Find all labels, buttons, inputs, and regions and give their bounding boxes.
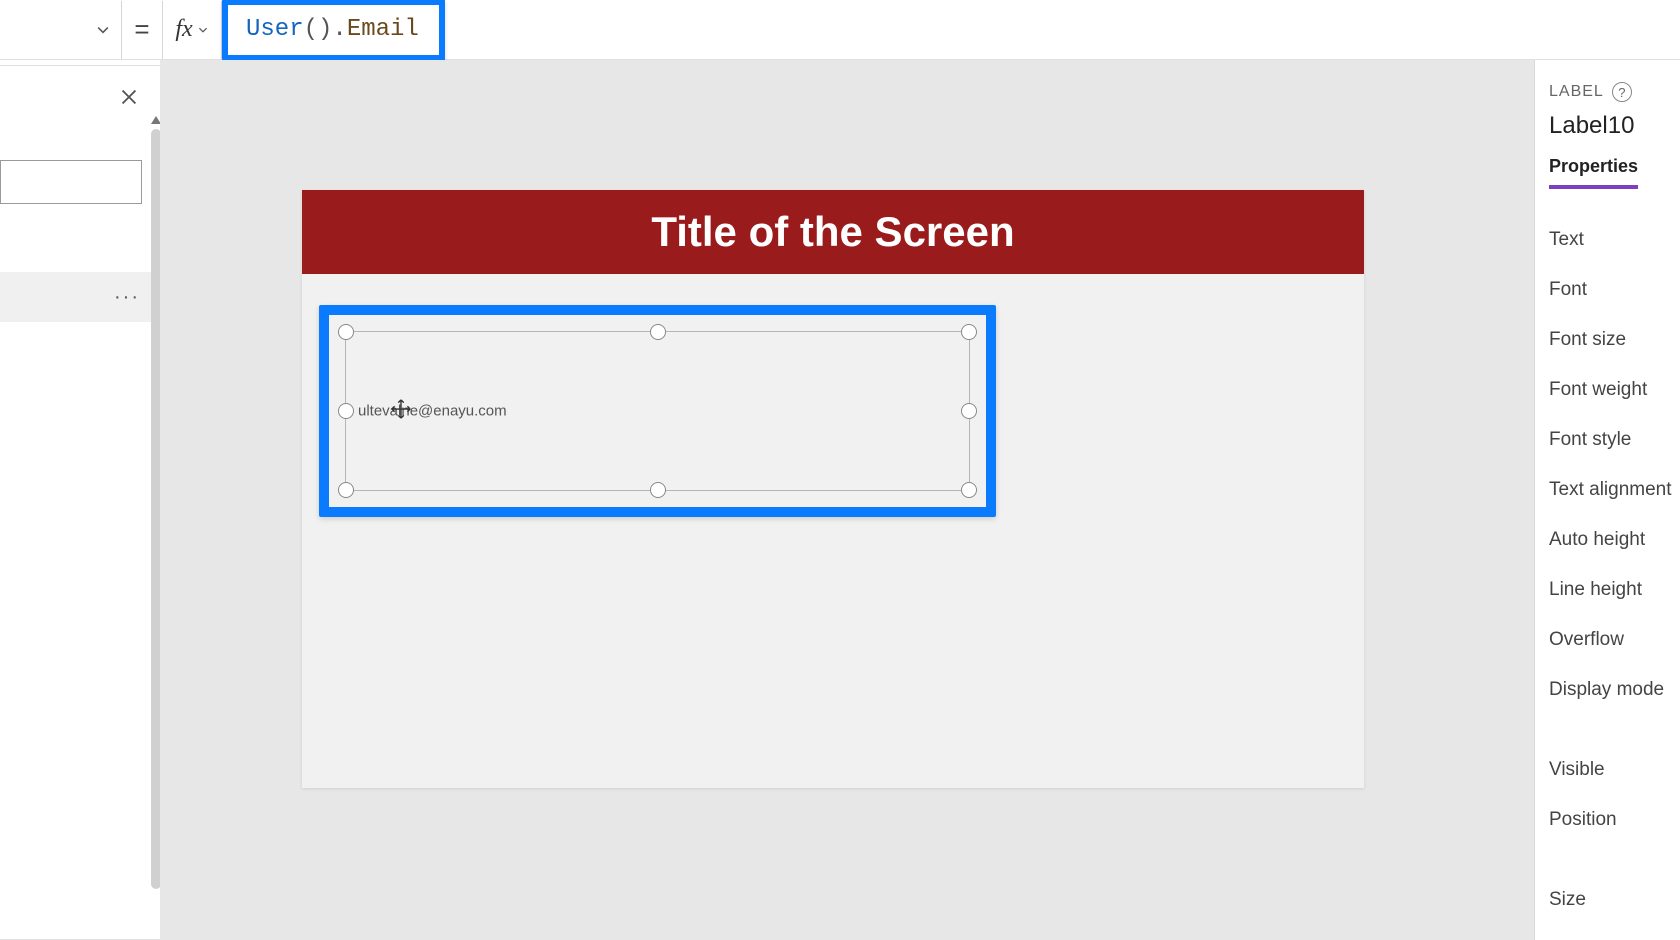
property-row-text[interactable]: Text xyxy=(1549,215,1680,265)
help-button[interactable]: ? xyxy=(1612,82,1632,102)
label-text-value: ultevalne@enayu.com xyxy=(358,403,507,420)
fx-label: fx xyxy=(175,16,192,43)
formula-input[interactable]: User().Email xyxy=(222,1,1680,59)
resize-handle-w[interactable] xyxy=(338,403,354,419)
formula-token-fn: User xyxy=(246,16,304,43)
formula-token-open: ( xyxy=(304,16,318,43)
resize-handle-se[interactable] xyxy=(961,482,977,498)
property-row-display-mode[interactable]: Display mode xyxy=(1549,665,1680,715)
selected-label-control[interactable]: ultevalne@enayu.com xyxy=(345,331,970,491)
property-row-text-alignment[interactable]: Text alignment xyxy=(1549,465,1680,515)
equals-sign: = xyxy=(122,14,162,45)
formula-highlight-box: User().Email xyxy=(222,0,445,61)
property-row-font-style[interactable]: Font style xyxy=(1549,415,1680,465)
resize-handle-n[interactable] xyxy=(650,324,666,340)
property-row-auto-height[interactable]: Auto height xyxy=(1549,515,1680,565)
screen-title-label: Title of the Screen xyxy=(651,208,1014,256)
property-row-overflow[interactable]: Overflow xyxy=(1549,615,1680,665)
resize-handle-nw[interactable] xyxy=(338,324,354,340)
close-icon xyxy=(118,86,140,108)
tree-view-panel: ··· xyxy=(0,60,160,940)
formula-token-dot: . xyxy=(332,16,346,43)
more-actions-button[interactable]: ··· xyxy=(114,286,140,309)
fx-dropdown[interactable]: fx xyxy=(162,1,222,59)
property-row-font-size[interactable]: Font size xyxy=(1549,315,1680,365)
property-row-line-height[interactable]: Line height xyxy=(1549,565,1680,615)
property-group-gap xyxy=(1549,845,1680,875)
chevron-down-icon xyxy=(95,22,111,38)
property-group-gap xyxy=(1549,715,1680,745)
resize-handle-sw[interactable] xyxy=(338,482,354,498)
resize-handle-s[interactable] xyxy=(650,482,666,498)
control-name-label[interactable]: Label10 xyxy=(1549,112,1680,140)
property-row-visible[interactable]: Visible xyxy=(1549,745,1680,795)
selection-highlight: ultevalne@enayu.com xyxy=(319,305,996,517)
move-cursor-icon xyxy=(390,398,412,420)
resize-handle-e[interactable] xyxy=(961,403,977,419)
tree-search-input[interactable] xyxy=(0,160,142,204)
app-screen[interactable]: Title of the Screen ultevalne@enayu.com xyxy=(302,190,1364,788)
resize-handle-ne[interactable] xyxy=(961,324,977,340)
property-row-font-weight[interactable]: Font weight xyxy=(1549,365,1680,415)
formula-token-close: ) xyxy=(318,16,332,43)
property-row-font[interactable]: Font xyxy=(1549,265,1680,315)
control-type-caption: LABEL xyxy=(1549,83,1604,101)
chevron-down-icon xyxy=(197,24,209,36)
property-row-position[interactable]: Position xyxy=(1549,795,1680,845)
formula-token-prop: Email xyxy=(347,16,419,43)
screen-header[interactable]: Title of the Screen xyxy=(302,190,1364,274)
close-panel-button[interactable] xyxy=(118,86,140,113)
canvas-area[interactable]: Title of the Screen ultevalne@enayu.com xyxy=(160,60,1534,940)
tab-properties[interactable]: Properties xyxy=(1549,156,1638,189)
tree-item-selected[interactable]: ··· xyxy=(0,272,160,322)
properties-panel: LABEL ? Label10 Properties TextFontFont … xyxy=(1534,60,1680,940)
formula-bar: = fx User().Email xyxy=(0,0,1680,60)
property-dropdown[interactable] xyxy=(0,1,122,59)
property-row-size[interactable]: Size xyxy=(1549,875,1680,925)
